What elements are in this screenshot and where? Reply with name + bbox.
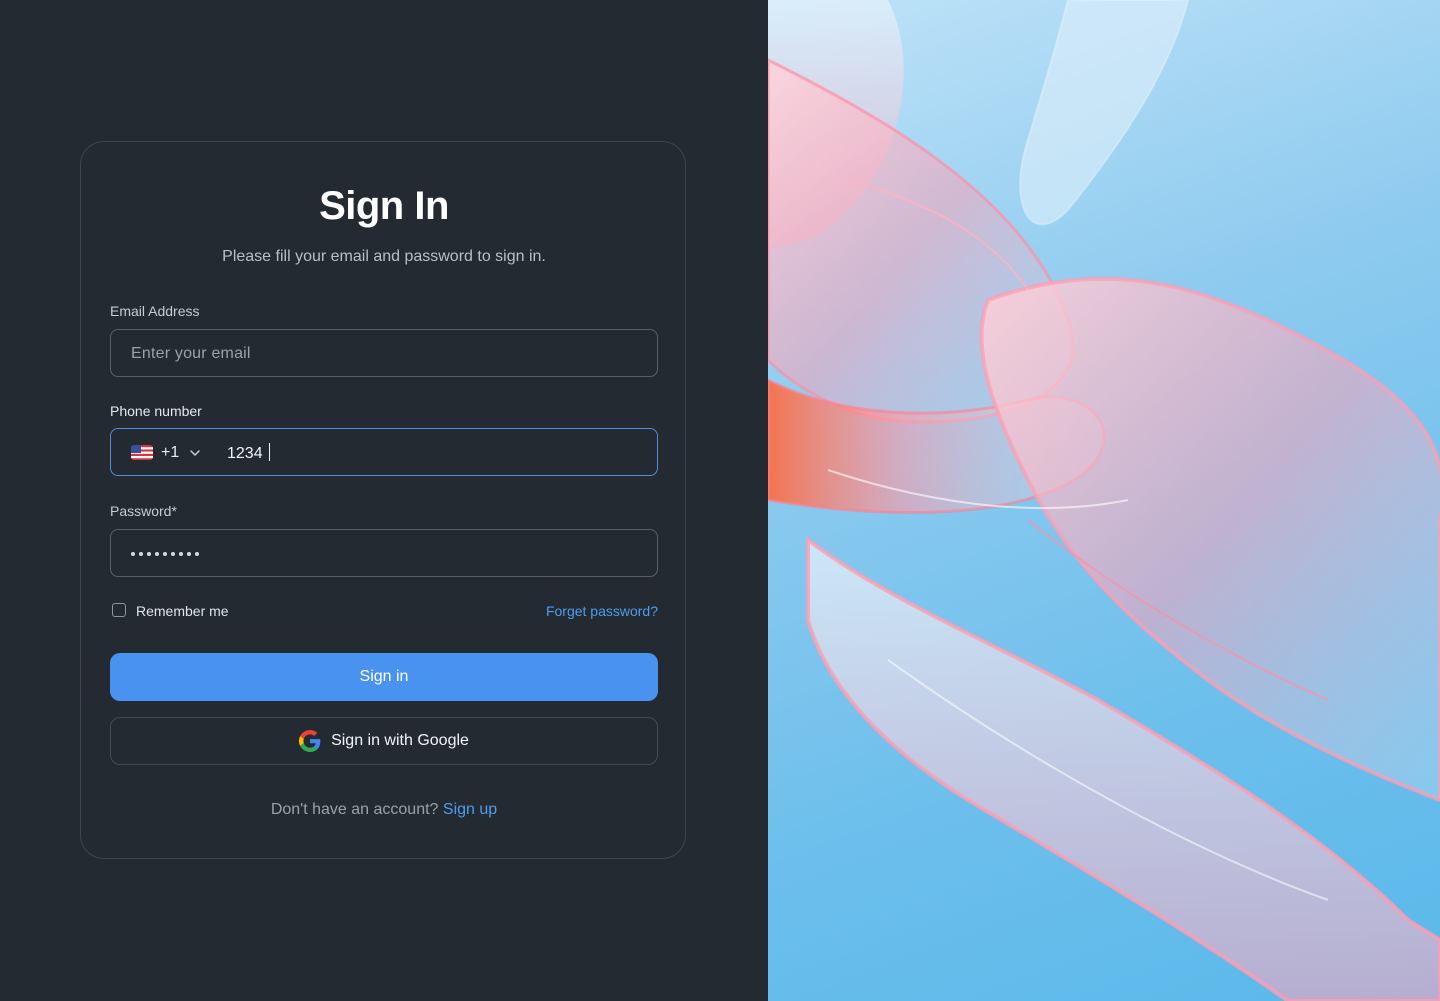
email-label: Email Address xyxy=(110,303,200,319)
hero-image xyxy=(768,0,1440,1001)
abstract-glass-ribbon-art xyxy=(768,0,1440,1001)
google-button-label: Sign in with Google xyxy=(331,732,469,749)
phone-value: 1234 xyxy=(227,445,263,462)
password-label: Password* xyxy=(110,503,177,519)
google-icon xyxy=(299,730,321,752)
phone-label: Phone number xyxy=(110,403,202,419)
page-title: Sign In xyxy=(319,184,449,228)
sign-in-button[interactable]: Sign in xyxy=(110,653,658,701)
remember-checkbox[interactable] xyxy=(112,603,126,617)
password-field[interactable] xyxy=(110,529,658,577)
forget-password-link[interactable]: Forget password? xyxy=(546,602,658,620)
country-code[interactable]: +1 xyxy=(161,443,179,463)
email-field[interactable]: Enter your email xyxy=(110,329,658,377)
text-caret xyxy=(268,443,270,461)
us-flag-icon[interactable] xyxy=(131,445,153,460)
signup-prompt-text: Don't have an account? xyxy=(270,801,439,818)
remember-label[interactable]: Remember me xyxy=(136,602,229,620)
password-mask xyxy=(131,552,199,556)
phone-field[interactable]: +1 1234 xyxy=(110,428,658,476)
sign-up-link[interactable]: Sign up xyxy=(443,801,497,818)
signup-prompt: Don't have an account? Sign up xyxy=(0,800,768,820)
google-sign-in-button[interactable]: Sign in with Google xyxy=(110,717,658,765)
chevron-down-icon[interactable] xyxy=(189,446,201,464)
page-subtitle: Please fill your email and password to s… xyxy=(222,248,546,265)
phone-input[interactable]: 1234 xyxy=(227,443,270,464)
email-placeholder: Enter your email xyxy=(131,345,251,362)
